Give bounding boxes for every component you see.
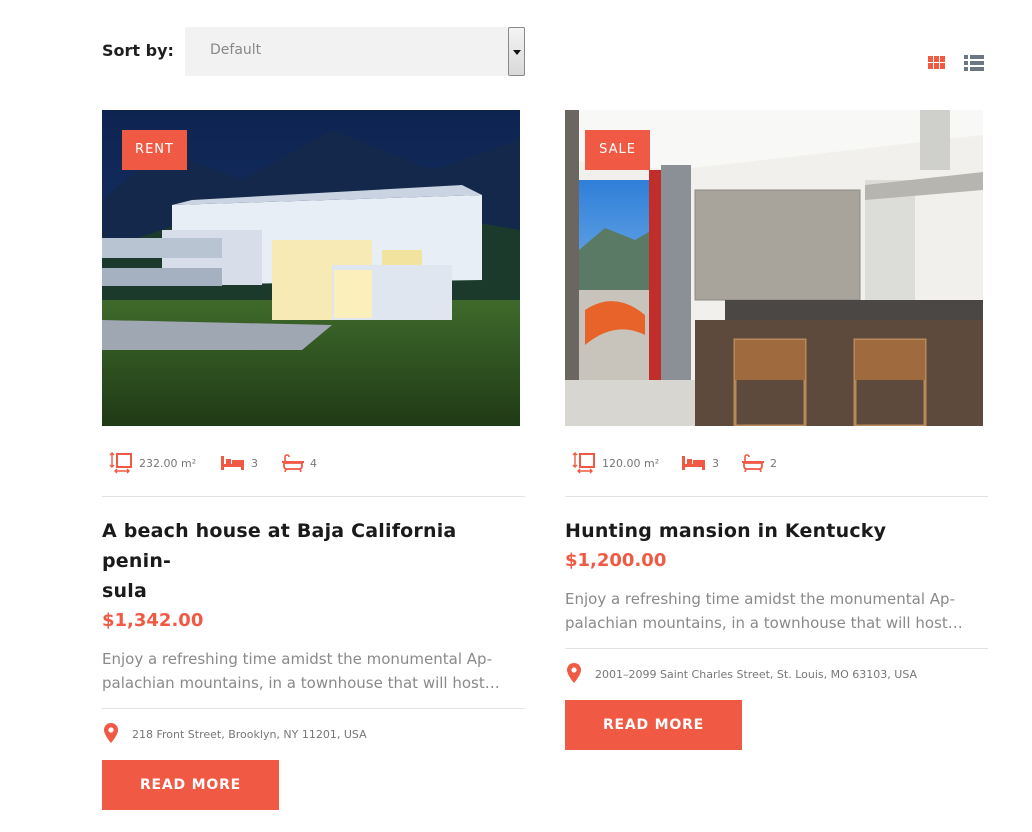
area-value: 232.00 m² [139,456,197,470]
area-feature: 232.00 m² [109,452,196,474]
area-feature: 120.00 m² [572,452,659,474]
area-icon [572,452,595,474]
bathrooms-feature: 2 [742,452,777,474]
listing-type-badge: RENT [122,130,187,170]
property-title-line[interactable]: Hunting mansion in Kentucky [565,516,988,546]
read-more-button[interactable]: READ MORE [565,700,742,750]
property-photo[interactable]: SALE [565,110,983,426]
list-view-icon[interactable] [964,52,984,71]
address-text: 218 Front Street, Brooklyn, NY 11201, US… [132,728,367,741]
map-pin-icon [104,723,118,743]
listing-toolbar: Sort by: Default [102,27,986,77]
bathtub-icon [742,454,764,472]
bathrooms-feature: 4 [282,452,317,474]
read-more-button[interactable]: READ MORE [102,760,279,810]
area-icon [109,452,132,474]
property-title[interactable]: Hunting mansion in Kentucky [565,516,988,546]
bed-icon [682,456,705,470]
property-address: 218 Front Street, Brooklyn, NY 11201, US… [102,709,525,760]
property-price: $1,342.00 [102,610,204,631]
bedrooms-feature: 3 [681,452,719,474]
bathtub-icon [282,454,304,472]
bedrooms-value: 3 [251,456,258,470]
bathrooms-value: 4 [310,456,317,470]
bedrooms-feature: 3 [220,452,258,474]
property-card: RENT 232.00 m² 3 4 A beach house at Baja… [102,110,525,810]
property-features: 232.00 m² 3 4 [102,426,525,497]
property-description: Enjoy a refreshing time amidst the monum… [565,590,963,632]
bedrooms-value: 3 [712,456,719,470]
address-text: 2001–2099 Saint Charles Street, St. Loui… [595,668,918,681]
bathrooms-value: 2 [770,456,777,470]
property-title-line[interactable]: sula [102,576,525,606]
property-title[interactable]: A beach house at Baja California penin- … [102,516,525,606]
property-address: 2001–2099 Saint Charles Street, St. Loui… [565,649,988,700]
property-title-line[interactable]: A beach house at Baja California penin- [102,516,525,576]
sort-label: Sort by: [102,41,174,60]
sort-selected-value: Default [210,42,262,58]
sort-select[interactable]: Default [185,27,525,76]
grid-view-icon[interactable] [928,52,948,69]
property-description: Enjoy a refreshing time amidst the monum… [102,650,500,692]
property-card: SALE 120.00 m² 3 2 Hunting mansion in Ke… [565,110,988,750]
listing-type-badge: SALE [585,130,650,170]
dropdown-arrow-icon[interactable] [508,27,525,76]
bed-icon [221,456,244,470]
property-photo[interactable]: RENT [102,110,520,426]
area-value: 120.00 m² [602,456,660,470]
map-pin-icon [567,663,581,683]
property-price: $1,200.00 [565,550,667,571]
property-features: 120.00 m² 3 2 [565,426,988,497]
